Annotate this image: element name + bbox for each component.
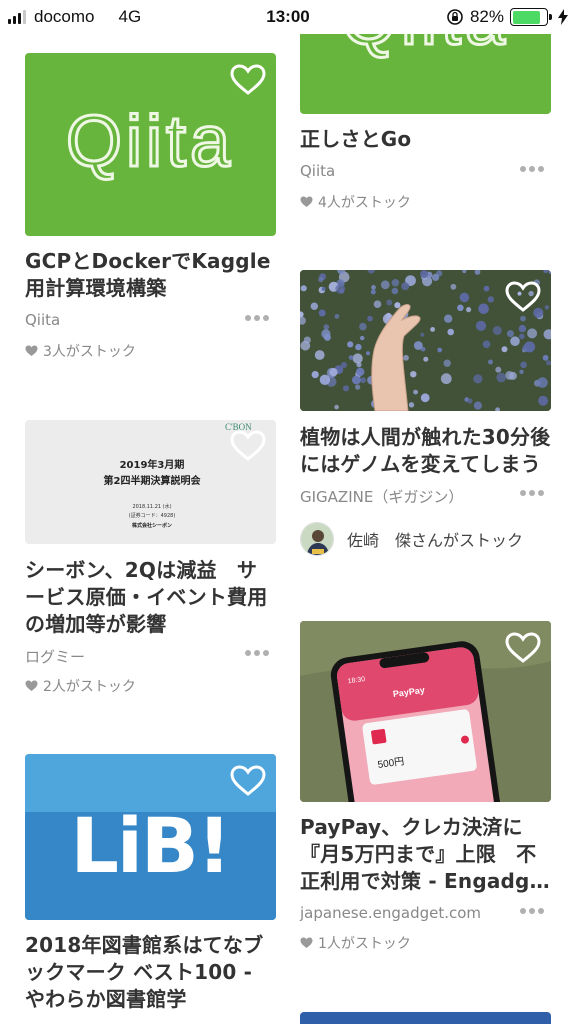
article-thumbnail[interactable]: Qiita <box>300 34 551 114</box>
article-title[interactable]: シーボン、2Qは減益 サービス原価・イベント費用の増加等が影響 <box>25 557 275 638</box>
slide-line: (証券コード：4928) <box>129 512 176 519</box>
slide-line: 株式会社シーボン <box>132 522 172 529</box>
article-source: Qiita <box>300 162 336 180</box>
stock-label: 1人がストック <box>318 936 411 952</box>
article-source: ログミー <box>25 648 86 666</box>
heart-icon[interactable] <box>230 64 266 96</box>
heart-icon <box>300 937 313 948</box>
more-options-button[interactable] <box>245 649 269 657</box>
article-source: japanese.engadget.com <box>300 904 482 922</box>
stock-count: 1人がストック <box>300 933 411 953</box>
avatar <box>300 522 334 556</box>
battery-percent: 82% <box>469 7 504 26</box>
article-title[interactable]: GCPとDockerでKaggle用計算環境構築 <box>25 248 275 302</box>
more-options-button[interactable] <box>520 907 544 915</box>
heart-icon[interactable] <box>505 632 541 664</box>
qiita-logo: Qiita <box>339 34 509 62</box>
stock-label: 3人がストック <box>43 344 136 360</box>
user-stock[interactable]: 佐崎 傑さんがストック <box>300 522 523 556</box>
stock-label: 2人がストック <box>43 679 136 695</box>
status-right: 82% <box>446 7 568 27</box>
heart-icon[interactable] <box>505 281 541 313</box>
battery-icon <box>510 8 552 26</box>
article-thumbnail[interactable] <box>300 1012 551 1024</box>
stock-label: 4人がストック <box>318 195 411 211</box>
qiita-logo-text: Qiita <box>341 34 509 60</box>
article-source: GIGAZINE（ギガジン） <box>300 488 464 506</box>
stock-count: 2人がストック <box>25 676 136 696</box>
article-source: Qiita <box>25 311 61 329</box>
more-options-button[interactable] <box>520 489 544 497</box>
charging-icon <box>558 9 568 25</box>
slide-line: 2018.11.21 (水) <box>132 503 171 510</box>
heart-icon <box>25 680 38 691</box>
article-title[interactable]: 植物は人間が触れた30分後にはゲノムを変えてしまう <box>300 424 552 478</box>
slide-line: 第2四半期決算説明会 <box>104 474 201 487</box>
heart-icon[interactable] <box>230 765 266 797</box>
lib-logo-text: LiB! <box>70 801 229 890</box>
more-options-button[interactable] <box>245 314 269 322</box>
qiita-logo-text: Qiita <box>66 102 234 182</box>
heart-icon <box>300 196 313 207</box>
status-bar: docomo 4G 13:00 82% <box>0 0 576 34</box>
article-title[interactable]: 正しさとGo <box>300 126 550 153</box>
stock-count: 3人がストック <box>25 341 136 361</box>
rotation-lock-icon <box>447 9 463 25</box>
article-title[interactable]: PayPay、クレカ決済に『月5万円まで』上限 不正利用で対策 - Engadg… <box>300 814 552 895</box>
article-title[interactable]: 2018年図書館系はてなブックマーク ベスト100 - やわらか図書館学 <box>25 932 277 1013</box>
heart-icon[interactable] <box>230 430 266 462</box>
slide-line: 2019年3月期 <box>120 458 185 471</box>
user-stock-label: 佐崎 傑さんがストック <box>347 531 524 550</box>
stock-count: 4人がストック <box>300 192 411 212</box>
more-options-button[interactable] <box>520 165 544 173</box>
heart-icon <box>25 345 38 356</box>
